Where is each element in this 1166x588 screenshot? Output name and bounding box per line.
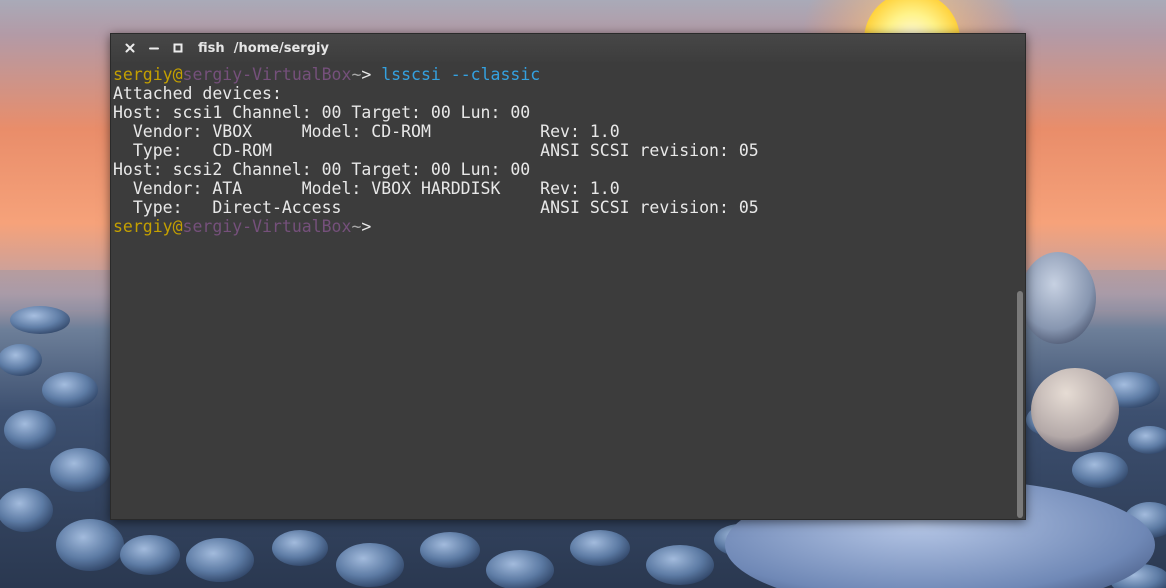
output-line: Attached devices: — [113, 84, 282, 103]
scrollbar-thumb[interactable] — [1017, 291, 1023, 518]
prompt-user: sergiy — [113, 65, 173, 84]
command-space — [441, 65, 451, 84]
minimize-icon — [149, 47, 159, 50]
prompt-at: @ — [172, 217, 183, 236]
output-line: Type: CD-ROM ANSI SCSI revision: 05 — [113, 141, 759, 160]
output-line: Vendor: VBOX Model: CD-ROM Rev: 1.0 — [113, 122, 620, 141]
prompt-symbol: > — [361, 65, 382, 84]
window-titlebar[interactable]: fish /home/sergiy — [111, 34, 1025, 62]
command-name: lsscsi — [381, 65, 441, 84]
prompt-line[interactable]: sergiy@sergiy-VirtualBox~> — [113, 217, 1025, 236]
output-line: Type: Direct-Access ANSI SCSI revision: … — [113, 198, 759, 217]
prompt-host: sergiy-VirtualBox — [182, 65, 352, 84]
command-argument: --classic — [450, 65, 541, 84]
close-icon — [125, 43, 135, 53]
vertical-scrollbar[interactable] — [1014, 62, 1023, 518]
output-line: Host: scsi1 Channel: 00 Target: 00 Lun: … — [113, 103, 531, 122]
prompt-at: @ — [172, 65, 183, 84]
maximize-button[interactable] — [172, 42, 184, 54]
close-button[interactable] — [124, 42, 136, 54]
prompt-line: sergiy@sergiy-VirtualBox~> lsscsi --clas… — [113, 65, 1025, 84]
prompt-host: sergiy-VirtualBox — [182, 217, 352, 236]
prompt-cwd: ~ — [351, 217, 362, 236]
output-line: Host: scsi2 Channel: 00 Target: 00 Lun: … — [113, 160, 531, 179]
maximize-icon — [173, 43, 183, 53]
minimize-button[interactable] — [148, 42, 160, 54]
prompt-user: sergiy — [113, 217, 173, 236]
prompt-symbol: > — [361, 217, 372, 236]
terminal-window[interactable]: fish /home/sergiy sergiy@sergiy-VirtualB… — [110, 33, 1026, 520]
window-title: fish /home/sergiy — [198, 41, 329, 56]
terminal-output-area[interactable]: sergiy@sergiy-VirtualBox~> lsscsi --clas… — [111, 62, 1025, 519]
window-title-app: fish — [198, 40, 225, 56]
window-title-path: /home/sergiy — [233, 40, 329, 56]
output-line: Vendor: ATA Model: VBOX HARDDISK Rev: 1.… — [113, 179, 620, 198]
prompt-cwd: ~ — [351, 65, 362, 84]
